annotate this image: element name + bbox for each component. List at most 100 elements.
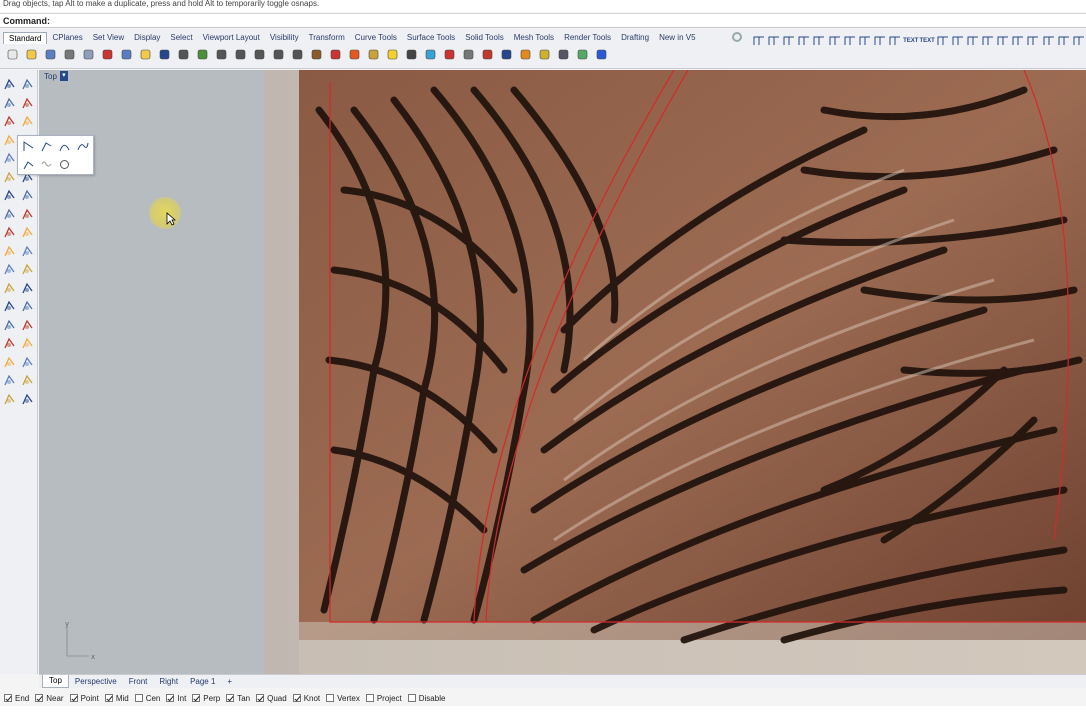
osnap-cen[interactable]: Cen (134, 694, 160, 703)
helix-icon[interactable] (38, 156, 55, 173)
snap-tool-icon[interactable] (19, 298, 36, 315)
osnap-checkbox[interactable] (134, 694, 143, 702)
join-icon[interactable] (1, 372, 18, 389)
point-icon[interactable] (364, 45, 382, 63)
text-tool-icon[interactable] (1, 298, 18, 315)
tab-select[interactable]: Select (165, 32, 197, 44)
osnap-near[interactable]: Near (35, 694, 64, 703)
osnap-disable[interactable]: Disable (407, 694, 445, 703)
osnap-checkbox[interactable] (407, 694, 416, 702)
section-icon[interactable] (966, 31, 980, 51)
undo-icon[interactable] (155, 45, 173, 63)
settings-icon[interactable] (554, 45, 572, 63)
cylinder-icon[interactable] (1, 206, 18, 223)
viewport-tab-right[interactable]: Right (153, 676, 184, 688)
tab-drafting[interactable]: Drafting (616, 32, 654, 44)
shade-icon[interactable] (345, 45, 363, 63)
osnap-quad[interactable]: Quad (256, 694, 287, 703)
block-icon[interactable] (19, 317, 36, 334)
rotate-view-icon[interactable] (193, 45, 211, 63)
import-icon[interactable] (79, 45, 97, 63)
tab-new-in-v5[interactable]: New in V5 (654, 32, 700, 44)
osnap-mid[interactable]: Mid (104, 694, 129, 703)
render-icon[interactable] (478, 45, 496, 63)
spiral-icon[interactable] (56, 156, 73, 173)
snap-end-icon[interactable] (752, 31, 766, 51)
viewport-tab-perspective[interactable]: Perspective (69, 676, 123, 688)
osnap-vertex[interactable]: Vertex (326, 694, 360, 703)
polyline-icon[interactable] (1, 95, 18, 112)
arrow-icon[interactable] (996, 31, 1010, 51)
box-icon[interactable] (1, 187, 18, 204)
osnap-checkbox[interactable] (226, 694, 235, 702)
tab-cplanes[interactable]: CPlanes (47, 32, 87, 44)
snap-bend-icon[interactable] (858, 31, 872, 51)
globe-icon[interactable] (1042, 31, 1056, 51)
material-icon[interactable] (459, 45, 477, 63)
zoom-window-icon[interactable] (231, 45, 249, 63)
fillet-icon[interactable] (1, 224, 18, 241)
viewport-tab-front[interactable]: Front (123, 676, 154, 688)
light-icon[interactable] (383, 45, 401, 63)
text-alt-icon[interactable]: TEXT (919, 31, 934, 51)
snap-twist-icon[interactable] (873, 31, 887, 51)
tab-set-view[interactable]: Set View (88, 32, 129, 44)
tab-surface-tools[interactable]: Surface Tools (402, 32, 460, 44)
boolean-icon[interactable] (19, 206, 36, 223)
interp-curve-icon[interactable] (74, 138, 91, 155)
zoom-all-icon[interactable] (288, 45, 306, 63)
osnap-end[interactable]: End (4, 694, 29, 703)
select-arrow-icon[interactable] (1, 76, 18, 93)
osnap-perp[interactable]: Perp (192, 694, 220, 703)
surface-icon[interactable] (1, 169, 18, 186)
options-icon[interactable] (573, 45, 591, 63)
tab-render-tools[interactable]: Render Tools (559, 32, 616, 44)
cplane-icon[interactable] (326, 45, 344, 63)
lock-tool-icon[interactable] (19, 354, 36, 371)
add-viewport-tab-button[interactable]: + (221, 676, 238, 688)
osnap-checkbox[interactable] (365, 694, 374, 702)
shading-icon[interactable] (19, 261, 36, 278)
osnap-checkbox[interactable] (256, 694, 265, 702)
check-icon[interactable] (19, 372, 36, 389)
sphere-icon[interactable] (19, 187, 36, 204)
osnap-checkbox[interactable] (104, 694, 113, 702)
trim-icon[interactable] (19, 280, 36, 297)
paste-icon[interactable] (136, 45, 154, 63)
tab-visibility[interactable]: Visibility (265, 32, 304, 44)
snap-select-icon[interactable] (843, 31, 857, 51)
mesh-box-icon[interactable] (1, 335, 18, 352)
layer-toggle-icon[interactable] (1057, 31, 1071, 51)
curve-icon[interactable] (1, 132, 18, 149)
viewport-grid-icon[interactable] (307, 45, 325, 63)
help-icon[interactable] (592, 45, 610, 63)
tab-display[interactable]: Display (129, 32, 165, 44)
split-icon[interactable] (1, 280, 18, 297)
print-icon[interactable] (60, 45, 78, 63)
tab-transform[interactable]: Transform (304, 32, 350, 44)
viewport-tab-page-1[interactable]: Page 1 (184, 676, 221, 688)
line-segments-icon[interactable] (38, 138, 55, 155)
zigzag-icon[interactable] (1026, 31, 1040, 51)
layers-icon[interactable] (440, 45, 458, 63)
control-points-icon[interactable] (19, 95, 36, 112)
command-line[interactable]: Command: (0, 13, 1086, 28)
viewport-title[interactable]: Top ▾ (44, 71, 68, 81)
circle-icon[interactable] (1, 113, 18, 130)
snap-check-icon[interactable] (888, 31, 902, 51)
color-icon[interactable] (421, 45, 439, 63)
tab-curve-tools[interactable]: Curve Tools (350, 32, 402, 44)
save-icon[interactable] (41, 45, 59, 63)
lock-icon[interactable] (402, 45, 420, 63)
polyline-icon[interactable] (20, 138, 37, 155)
extra-icon[interactable] (1072, 31, 1086, 51)
osnap-int[interactable]: Int (166, 694, 186, 703)
copy-icon[interactable] (117, 45, 135, 63)
viewport-menu-icon[interactable]: ▾ (59, 71, 68, 81)
layer-icon[interactable] (1, 391, 18, 408)
viewport-top[interactable]: Top ▾ y x (39, 70, 1086, 674)
analyze-icon[interactable] (19, 335, 36, 352)
pan-icon[interactable] (174, 45, 192, 63)
osnap-checkbox[interactable] (192, 694, 201, 702)
dimension-icon[interactable] (1, 243, 18, 260)
